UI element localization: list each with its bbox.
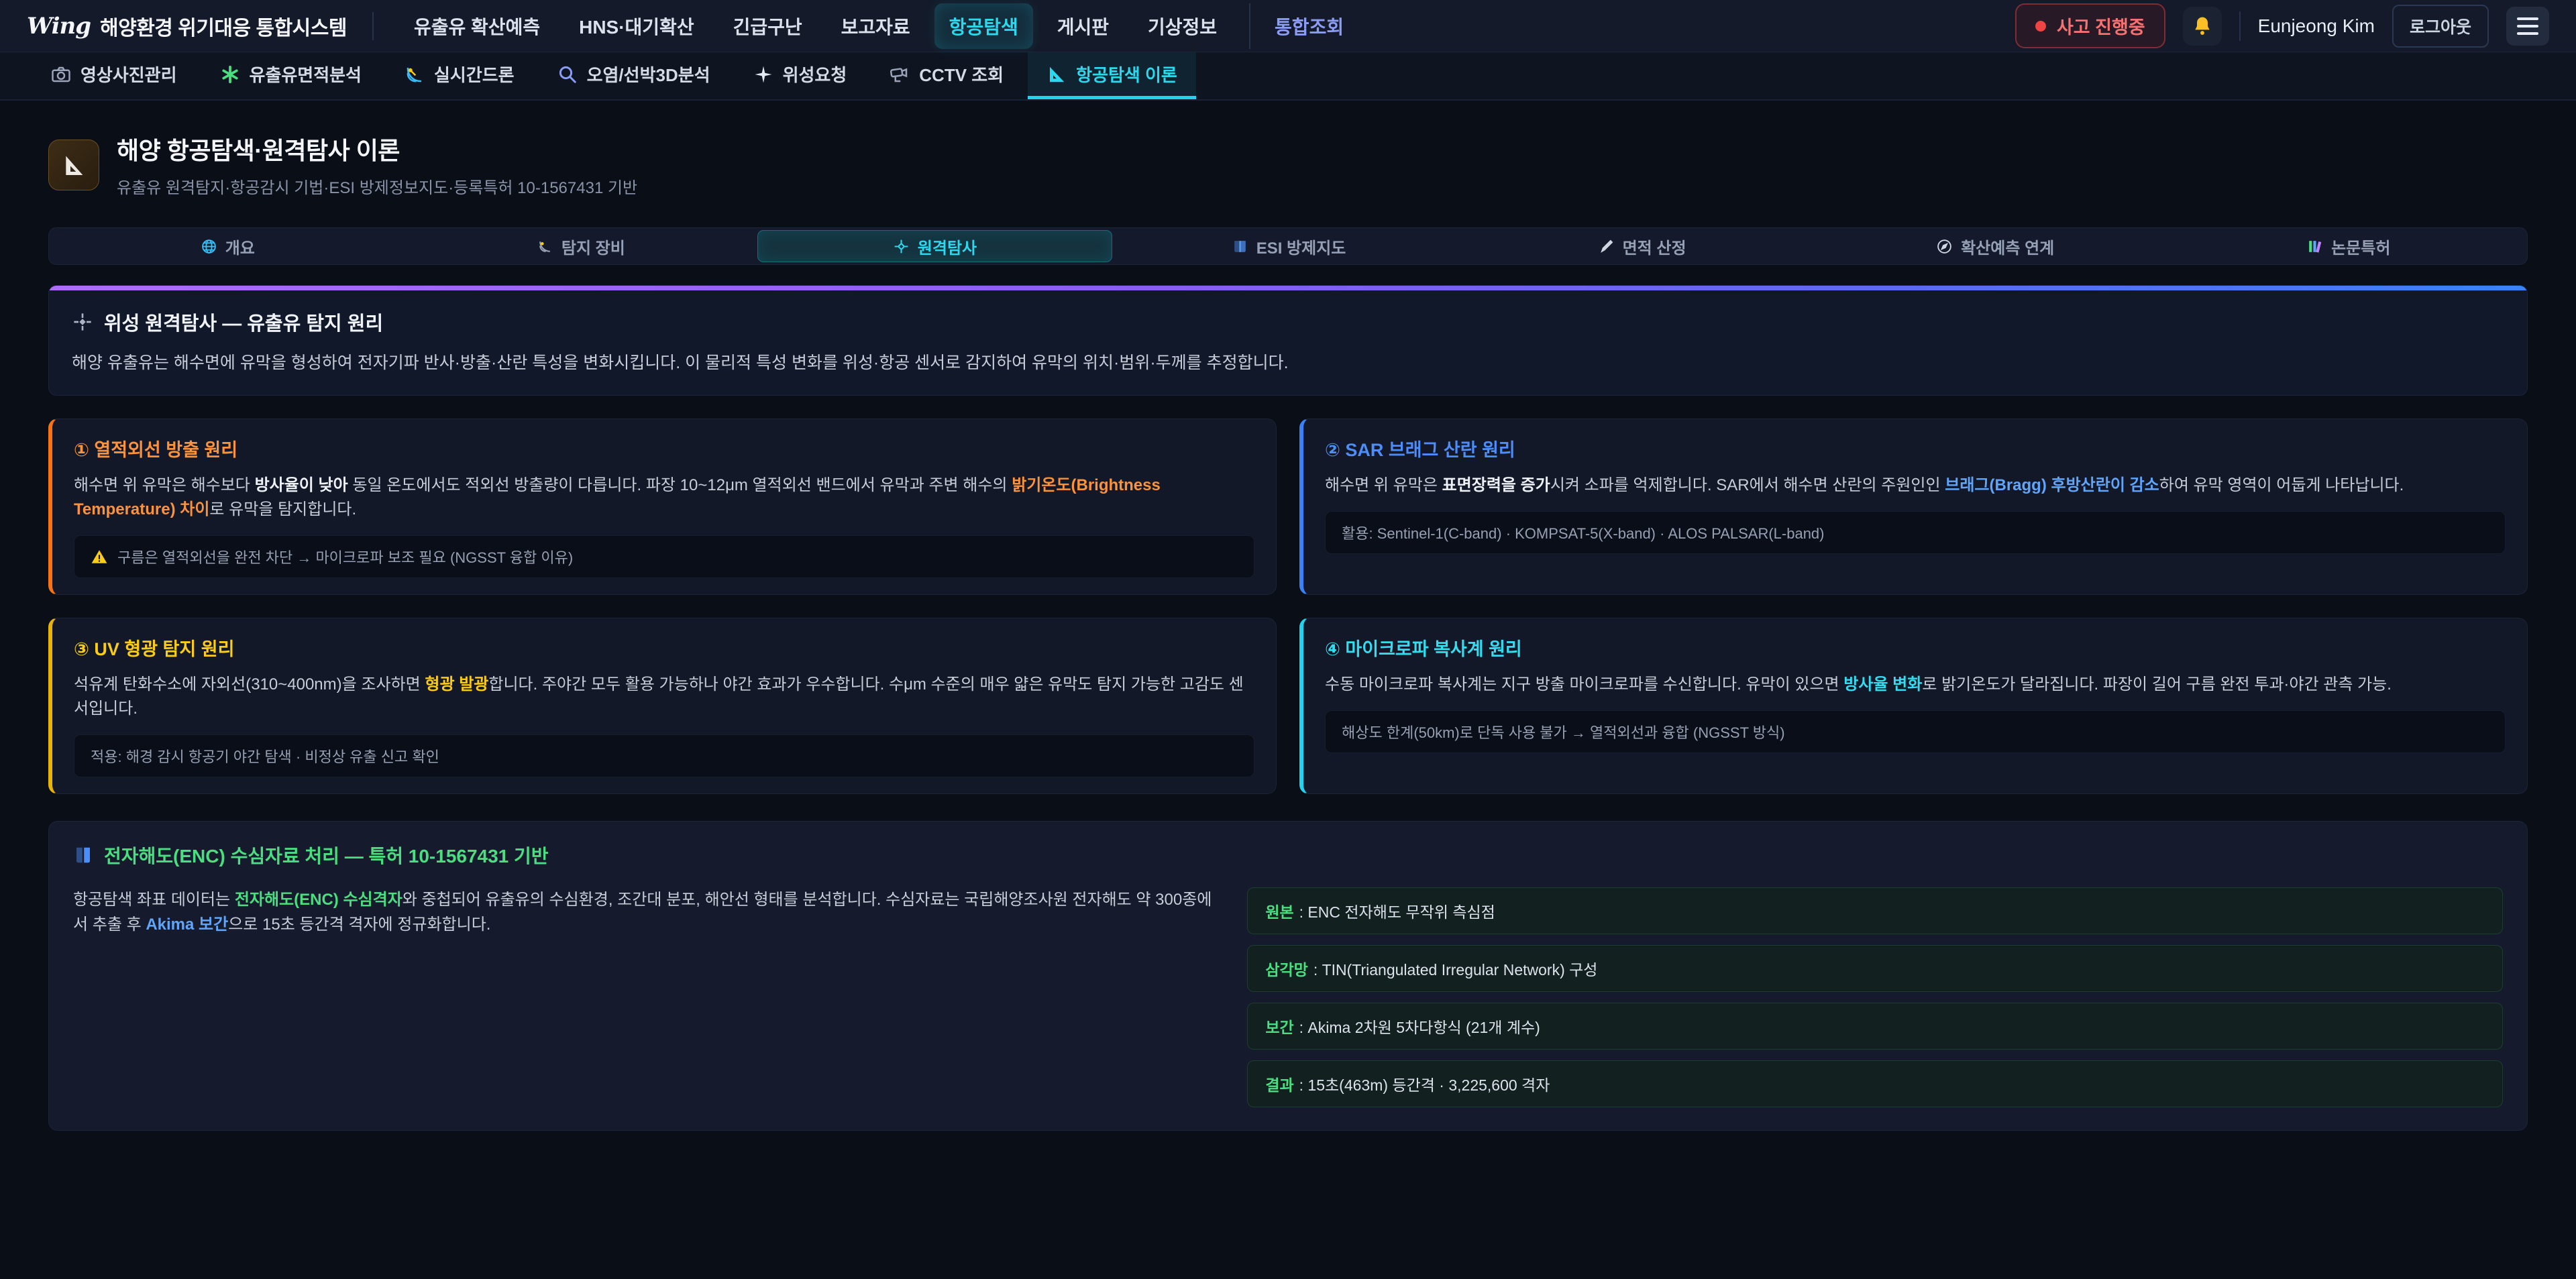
gradient-accent-bar <box>49 286 2527 290</box>
brand-title: 해양환경 위기대응 통합시스템 <box>100 11 347 41</box>
card-note: 해상도 한계(50km)로 단독 사용 불가 → 열적외선과 융합 (NGSST… <box>1325 710 2506 753</box>
tab-papers-patents[interactable]: 논문특허 <box>2171 230 2525 262</box>
enc-depth-data-section: 전자해도(ENC) 수심자료 처리 — 특허 10-1567431 기반 항공탐… <box>48 821 2528 1131</box>
page-title: 해양 항공탐색·원격탐사 이론 <box>117 131 637 166</box>
page-subtitle: 유출유 원격탐지·항공감시 기법·ESI 방제정보지도·등록특허 10-1567… <box>117 174 637 198</box>
enc-row-interpolation: 보간: Akima 2차원 5차다항식 (21개 계수) <box>1247 1003 2503 1050</box>
satellite-icon <box>72 311 93 333</box>
card-sar-bragg: ② SAR 브래그 산란 원리 해수면 위 유막은 표면장력을 증가시켜 소파를… <box>1299 419 2528 595</box>
card-thermal-infrared: ① 열적외선 방출 원리 해수면 위 유막은 해수보다 방사율이 낮아 동일 온… <box>48 419 1277 595</box>
nav-item-reports[interactable]: 보고자료 <box>826 3 925 49</box>
flower-icon <box>220 64 240 85</box>
set-square-icon <box>60 152 87 178</box>
set-square-icon <box>1046 64 1067 85</box>
principle-cards-grid: ① 열적외선 방출 원리 해수면 위 유막은 해수보다 방사율이 낮아 동일 온… <box>48 419 2528 794</box>
card-note: 구름은 열적외선을 완전 차단 → 마이크로파 보조 필요 (NGSST 융합 … <box>74 535 1254 578</box>
logout-button[interactable]: 로그아웃 <box>2392 5 2489 48</box>
main-nav: 유출유 확산예측 HNS·대기확산 긴급구난 보고자료 항공탐색 게시판 기상정… <box>399 3 2015 49</box>
subtab-aerial-search-theory[interactable]: 항공탐색 이론 <box>1028 52 1196 99</box>
camera-icon <box>51 64 71 85</box>
subtab-photo-management[interactable]: 영상사진관리 <box>32 52 196 99</box>
topbar-right: 사고 진행중 Eunjeong Kim 로그아웃 <box>2015 3 2549 48</box>
sub-tab-bar: 영상사진관리 유출유면적분석 실시간드론 오염/선박3D분석 위성요청 CCTV… <box>0 52 2576 101</box>
incident-status-badge: 사고 진행중 <box>2015 3 2165 48</box>
card-title: ③ UV 형광 탐지 원리 <box>74 634 1254 661</box>
satellite-dish-icon <box>537 238 553 255</box>
card-body: 해수면 위 유막은 표면장력을 증가시켜 소파를 억제합니다. SAR에서 해수… <box>1325 474 2506 498</box>
nav-item-aerial-search[interactable]: 항공탐색 <box>934 3 1033 49</box>
card-title: ② SAR 브래그 산란 원리 <box>1325 435 2506 461</box>
top-bar: Wing 해양환경 위기대응 통합시스템 유출유 확산예측 HNS·대기확산 긴… <box>0 0 2576 52</box>
card-body: 해수면 위 유막은 해수보다 방사율이 낮아 동일 온도에서도 적외선 방출량이… <box>74 474 1254 522</box>
nav-item-emergency-rescue[interactable]: 긴급구난 <box>718 3 817 49</box>
tab-diffusion-link[interactable]: 확산예측 연계 <box>1819 230 2172 262</box>
compass-icon <box>1936 238 1953 255</box>
nav-item-board[interactable]: 게시판 <box>1042 3 1124 49</box>
card-note: 활용: Sentinel-1(C-band) · KOMPSAT-5(X-ban… <box>1325 511 2506 554</box>
tab-area-calculation[interactable]: 면적 산정 <box>1465 230 1819 262</box>
subtab-satellite-request[interactable]: 위성요청 <box>735 52 866 99</box>
tab-esi-map[interactable]: ESI 방제지도 <box>1112 230 1466 262</box>
magnifier-icon <box>557 64 578 85</box>
tab-overview[interactable]: 개요 <box>51 230 405 262</box>
remote-sensing-section: 위성 원격탐사 — 유출유 탐지 원리 해양 유출유는 해수면에 유막을 형성하… <box>48 285 2528 396</box>
sparkle-icon <box>753 64 773 85</box>
page-header-text: 해양 항공탐색·원격탐사 이론 유출유 원격탐지·항공감시 기법·ESI 방제정… <box>117 131 637 198</box>
subtab-realtime-drone[interactable]: 실시간드론 <box>386 52 533 99</box>
satellite-icon <box>893 238 910 255</box>
red-dot-icon <box>2035 21 2046 32</box>
subtab-oil-area-analysis[interactable]: 유출유면적분석 <box>201 52 380 99</box>
card-title: ④ 마이크로파 복사계 원리 <box>1325 634 2506 661</box>
notifications-button[interactable] <box>2183 7 2222 46</box>
satellite-dish-icon <box>405 64 425 85</box>
remote-section-description: 해양 유출유는 해수면에 유막을 형성하여 전자기파 반사·방출·산란 특성을 … <box>72 351 2504 375</box>
warning-icon <box>91 548 108 565</box>
card-microwave-radiometer: ④ 마이크로파 복사계 원리 수동 마이크로파 복사계는 지구 방출 마이크로파… <box>1299 618 2528 794</box>
card-title: ① 열적외선 방출 원리 <box>74 435 1254 461</box>
enc-row-result: 결과: 15초(463m) 등간격 · 3,225,600 격자 <box>1247 1060 2503 1107</box>
card-body: 수동 마이크로파 복사계는 지구 방출 마이크로파를 수신합니다. 유막이 있으… <box>1325 673 2506 697</box>
pen-icon <box>1598 238 1615 255</box>
enc-row-tin: 삼각망: TIN(Triangulated Irregular Network)… <box>1247 945 2503 992</box>
hamburger-menu-button[interactable] <box>2506 7 2549 46</box>
main-content: 해양 항공탐색·원격탐사 이론 유출유 원격탐지·항공감시 기법·ESI 방제정… <box>0 101 2576 1131</box>
nav-item-spill-prediction[interactable]: 유출유 확산예측 <box>399 3 555 49</box>
nav-item-integrated-search[interactable]: 통합조회 <box>1249 3 1358 49</box>
card-note: 적용: 해경 감시 항공기 야간 탐색 · 비정상 유출 신고 확인 <box>74 734 1254 777</box>
tab-remote-sensing[interactable]: 원격탐사 <box>757 230 1112 262</box>
user-name: Eunjeong Kim <box>2258 15 2375 37</box>
incident-status-label: 사고 진행중 <box>2057 13 2145 39</box>
nav-item-weather-info[interactable]: 기상정보 <box>1133 3 1232 49</box>
section-tab-bar: 개요 탐지 장비 원격탐사 ESI 방제지도 면적 산정 확산예측 연계 논문특… <box>48 227 2528 265</box>
enc-row-source: 원본: ENC 전자해도 무작위 측심점 <box>1247 887 2503 934</box>
book-icon <box>1232 238 1248 255</box>
books-icon <box>2306 238 2323 255</box>
divider <box>2239 11 2241 41</box>
wing-logo: Wing <box>27 13 91 40</box>
brand: Wing 해양환경 위기대응 통합시스템 <box>27 11 347 41</box>
enc-section-title-row: 전자해도(ENC) 수심자료 처리 — 특허 10-1567431 기반 <box>73 842 2503 869</box>
page-header: 해양 항공탐색·원격탐사 이론 유출유 원격탐지·항공감시 기법·ESI 방제정… <box>48 131 2528 198</box>
globe-icon <box>201 238 217 255</box>
cctv-icon <box>890 64 910 85</box>
divider <box>372 12 374 40</box>
enc-description: 항공탐색 좌표 데이터는 전자해도(ENC) 수심격자와 중첩되어 유출유의 수… <box>73 887 1215 937</box>
card-body: 석유계 탄화수소에 자외선(310~400nm)을 조사하면 형광 발광합니다.… <box>74 673 1254 721</box>
book-icon <box>73 845 93 865</box>
remote-section-title-row: 위성 원격탐사 — 유출유 탐지 원리 <box>72 308 2504 336</box>
enc-process-rows: 원본: ENC 전자해도 무작위 측심점 삼각망: TIN(Triangulat… <box>1247 887 2503 1107</box>
bell-icon <box>2192 15 2213 37</box>
hamburger-icon <box>2517 17 2538 20</box>
card-uv-fluorescence: ③ UV 형광 탐지 원리 석유계 탄화수소에 자외선(310~400nm)을 … <box>48 618 1277 794</box>
tab-detection-equipment[interactable]: 탐지 장비 <box>405 230 758 262</box>
remote-section-title: 위성 원격탐사 — 유출유 탐지 원리 <box>104 308 383 336</box>
subtab-pollution-3d-analysis[interactable]: 오염/선박3D분석 <box>539 52 729 99</box>
page-header-icon-box <box>48 140 99 190</box>
enc-section-title: 전자해도(ENC) 수심자료 처리 — 특허 10-1567431 기반 <box>104 842 549 869</box>
subtab-cctv-view[interactable]: CCTV 조회 <box>871 52 1022 99</box>
nav-item-hns-diffusion[interactable]: HNS·대기확산 <box>564 3 708 49</box>
